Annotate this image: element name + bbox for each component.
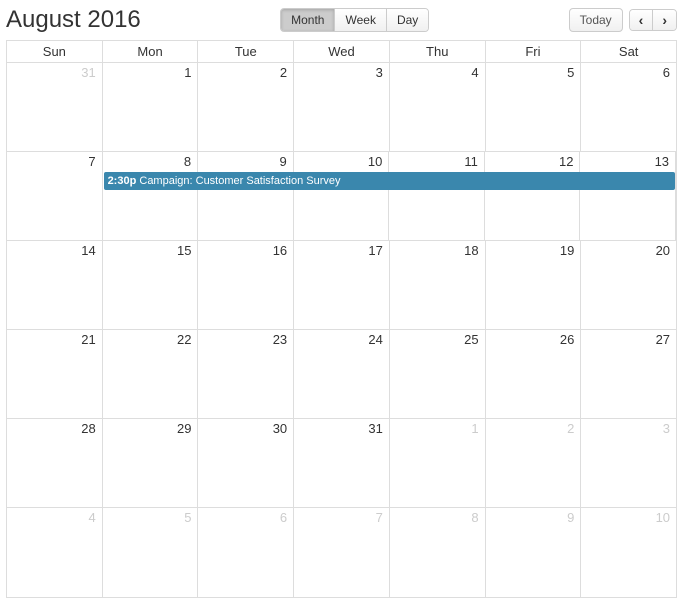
day-header-mon: Mon (103, 41, 199, 62)
week-row: 31123456 (7, 63, 676, 152)
day-cell[interactable]: 5 (486, 63, 582, 151)
day-cell[interactable]: 1 (390, 419, 486, 507)
day-cell[interactable]: 10 (581, 508, 676, 597)
next-button[interactable]: › (653, 10, 676, 30)
day-header-tue: Tue (198, 41, 294, 62)
day-cell[interactable]: 7 (294, 508, 390, 597)
day-cell[interactable]: 31 (7, 63, 103, 151)
day-cell[interactable]: 22 (103, 330, 199, 418)
prev-button[interactable]: ‹ (630, 10, 654, 30)
calendar: August 2016 Month Week Day Today ‹ › Sun… (0, 0, 683, 604)
page-title: August 2016 (6, 6, 141, 34)
day-cell[interactable]: 6 (581, 63, 676, 151)
event-bar[interactable]: 2:30p Campaign: Customer Satisfaction Su… (104, 172, 675, 190)
day-header-row: SunMonTueWedThuFriSat (7, 41, 676, 63)
day-cell[interactable]: 5 (103, 508, 199, 597)
day-cell[interactable]: 4 (390, 63, 486, 151)
day-cell[interactable]: 3 (581, 419, 676, 507)
day-cell[interactable]: 8 (390, 508, 486, 597)
event-title: Campaign: Customer Satisfaction Survey (136, 175, 340, 187)
view-month-button[interactable]: Month (281, 9, 335, 31)
day-cell[interactable]: 7 (7, 152, 103, 240)
day-header-sun: Sun (7, 41, 103, 62)
week-row: 789101112132:30p Campaign: Customer Sati… (7, 152, 676, 241)
day-cell[interactable]: 29 (103, 419, 199, 507)
day-cell[interactable]: 30 (198, 419, 294, 507)
calendar-grid: SunMonTueWedThuFriSat 311234567891011121… (6, 40, 677, 598)
day-cell[interactable]: 9 (486, 508, 582, 597)
day-cell[interactable]: 14 (7, 241, 103, 329)
day-cell[interactable]: 25 (390, 330, 486, 418)
day-header-sat: Sat (581, 41, 676, 62)
view-switch: Month Week Day (280, 8, 429, 32)
day-cell[interactable]: 8 (103, 152, 199, 240)
day-cell[interactable]: 16 (198, 241, 294, 329)
day-cell[interactable]: 4 (7, 508, 103, 597)
day-cell[interactable]: 1 (103, 63, 199, 151)
day-cell[interactable]: 15 (103, 241, 199, 329)
calendar-header: August 2016 Month Week Day Today ‹ › (6, 6, 677, 34)
day-cell[interactable]: 28 (7, 419, 103, 507)
week-row: 21222324252627 (7, 330, 676, 419)
day-cell[interactable]: 20 (581, 241, 676, 329)
day-header-thu: Thu (390, 41, 486, 62)
day-header-wed: Wed (294, 41, 390, 62)
event-time: 2:30p (108, 175, 137, 187)
day-cell[interactable]: 26 (486, 330, 582, 418)
day-cell[interactable]: 21 (7, 330, 103, 418)
weeks-container: 31123456789101112132:30p Campaign: Custo… (7, 63, 676, 597)
day-cell[interactable]: 18 (390, 241, 486, 329)
week-row: 28293031123 (7, 419, 676, 508)
day-cell[interactable]: 10 (294, 152, 390, 240)
nav-group: Today ‹ › (569, 8, 677, 32)
day-cell[interactable]: 2 (198, 63, 294, 151)
day-cell[interactable]: 2 (486, 419, 582, 507)
day-cell[interactable]: 12 (485, 152, 581, 240)
today-button[interactable]: Today (569, 8, 623, 32)
day-cell[interactable]: 17 (294, 241, 390, 329)
day-cell[interactable]: 6 (198, 508, 294, 597)
view-day-button[interactable]: Day (387, 9, 428, 31)
day-cell[interactable]: 23 (198, 330, 294, 418)
day-cell[interactable]: 9 (198, 152, 294, 240)
arrow-group: ‹ › (629, 9, 677, 31)
view-week-button[interactable]: Week (335, 9, 386, 31)
day-cell[interactable]: 19 (486, 241, 582, 329)
day-header-fri: Fri (486, 41, 582, 62)
day-cell[interactable]: 13 (580, 152, 676, 240)
day-cell[interactable]: 27 (581, 330, 676, 418)
day-cell[interactable]: 3 (294, 63, 390, 151)
week-row: 14151617181920 (7, 241, 676, 330)
day-cell[interactable]: 31 (294, 419, 390, 507)
day-cell[interactable]: 24 (294, 330, 390, 418)
week-row: 45678910 (7, 508, 676, 597)
day-cell[interactable]: 11 (389, 152, 485, 240)
